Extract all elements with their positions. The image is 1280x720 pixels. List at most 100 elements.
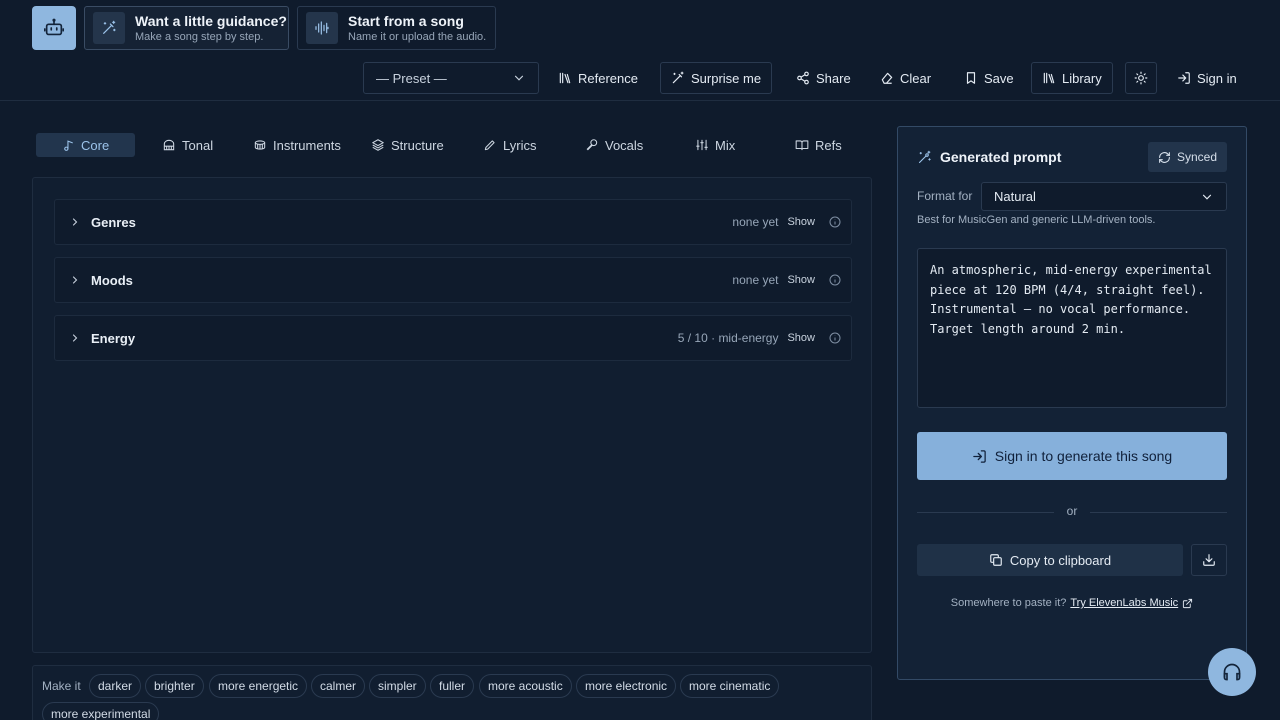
copy-to-clipboard-button[interactable]: Copy to clipboard bbox=[917, 544, 1183, 576]
reference-label: Reference bbox=[578, 70, 638, 86]
reference-button[interactable]: Reference bbox=[558, 62, 638, 94]
tab-mix[interactable]: Mix bbox=[685, 133, 745, 157]
make-it-label: Make it bbox=[42, 679, 81, 693]
section-summary: 5 / 10 · mid-energy bbox=[677, 331, 779, 345]
show-toggle[interactable]: Show bbox=[787, 274, 815, 286]
show-toggle[interactable]: Show bbox=[787, 216, 815, 228]
copy-label: Copy to clipboard bbox=[1009, 552, 1112, 568]
pencil-icon bbox=[484, 140, 495, 151]
tab-instruments[interactable]: Instruments bbox=[243, 133, 351, 157]
chip-calmer[interactable]: calmer bbox=[311, 674, 366, 698]
chevron-right-icon bbox=[72, 334, 78, 342]
tab-tonal[interactable]: Tonal bbox=[152, 133, 223, 157]
tab-label: Refs bbox=[815, 137, 842, 153]
tab-label: Vocals bbox=[605, 137, 644, 153]
elevenlabs-link[interactable]: Try ElevenLabs Music bbox=[1070, 597, 1178, 609]
chevron-right-icon bbox=[72, 218, 78, 226]
theme-toggle-button[interactable] bbox=[1125, 62, 1157, 94]
preset-value: — Preset — bbox=[376, 70, 447, 86]
tab-label: Structure bbox=[391, 137, 444, 153]
prompt-textarea[interactable]: An atmospheric, mid-energy experimental … bbox=[917, 248, 1227, 408]
section-summary: none yet bbox=[732, 273, 779, 287]
chip-darker[interactable]: darker bbox=[89, 674, 142, 698]
tab-core[interactable]: Core bbox=[36, 133, 135, 157]
bookmark-icon bbox=[966, 72, 976, 84]
sign-in-to-generate-button[interactable]: Sign in to generate this song bbox=[917, 432, 1227, 480]
info-icon[interactable] bbox=[829, 332, 841, 344]
piano-icon bbox=[163, 139, 175, 151]
tab-label: Instruments bbox=[273, 137, 341, 153]
genres-section[interactable]: Genres none yet Show bbox=[54, 199, 852, 245]
tab-refs[interactable]: Refs bbox=[785, 133, 852, 157]
song-subtitle: Name it or upload the audio. bbox=[348, 30, 487, 43]
chip-more-cinematic[interactable]: more cinematic bbox=[680, 674, 780, 698]
generated-prompt-title: Generated prompt bbox=[940, 149, 1062, 165]
chip-more-acoustic[interactable]: more acoustic bbox=[479, 674, 572, 698]
generated-prompt-header: Generated prompt bbox=[917, 149, 1061, 165]
download-icon bbox=[1203, 554, 1215, 566]
robot-icon bbox=[44, 18, 64, 36]
tab-label: Lyrics bbox=[503, 137, 537, 153]
share-button[interactable]: Share bbox=[796, 62, 851, 94]
synced-label: Synced bbox=[1176, 150, 1217, 164]
section-tabs: Core Tonal Instruments Structure Lyrics … bbox=[36, 133, 856, 157]
chevron-right-icon bbox=[72, 276, 78, 284]
top-bar: Want a little guidance? Make a song step… bbox=[0, 0, 1280, 101]
save-button[interactable]: Save bbox=[964, 62, 1014, 94]
tab-structure[interactable]: Structure bbox=[361, 133, 454, 157]
format-value: Natural bbox=[994, 189, 1036, 204]
surprise-me-button[interactable]: Surprise me bbox=[660, 62, 773, 94]
generate-label: Sign in to generate this song bbox=[994, 448, 1173, 464]
paste-suggestion: Somewhere to paste it? Try ElevenLabs Mu… bbox=[898, 597, 1246, 609]
wand-icon bbox=[93, 12, 125, 44]
wand-icon bbox=[672, 71, 684, 84]
info-icon[interactable] bbox=[829, 274, 841, 286]
moods-section[interactable]: Moods none yet Show bbox=[54, 257, 852, 303]
preset-select[interactable]: — Preset — bbox=[363, 62, 539, 94]
sun-icon bbox=[1134, 71, 1148, 85]
headphones-help-button[interactable] bbox=[1208, 648, 1256, 696]
waveform-icon bbox=[306, 12, 338, 44]
chip-fuller[interactable]: fuller bbox=[430, 674, 475, 698]
eraser-icon bbox=[881, 72, 893, 84]
external-link-icon[interactable] bbox=[1182, 598, 1193, 609]
format-select[interactable]: Natural bbox=[981, 182, 1227, 211]
chip-simpler[interactable]: simpler bbox=[369, 674, 426, 698]
chip-more-energetic[interactable]: more energetic bbox=[209, 674, 308, 698]
info-icon[interactable] bbox=[829, 216, 841, 228]
format-label: Format for bbox=[917, 189, 973, 203]
section-title: Energy bbox=[91, 330, 136, 346]
clear-button[interactable]: Clear bbox=[880, 62, 931, 94]
paste-text: Somewhere to paste it? bbox=[950, 597, 1067, 609]
section-title: Genres bbox=[91, 214, 136, 230]
save-label: Save bbox=[984, 70, 1014, 86]
guidance-subtitle: Make a song step by step. bbox=[135, 30, 264, 43]
sign-in-button[interactable]: Sign in bbox=[1177, 62, 1237, 94]
microphone-icon bbox=[586, 139, 598, 151]
layers-icon bbox=[372, 139, 384, 151]
download-button[interactable] bbox=[1191, 544, 1227, 576]
refresh-icon bbox=[1159, 151, 1170, 163]
section-summary: none yet bbox=[732, 215, 779, 229]
library-button[interactable]: Library bbox=[1031, 62, 1113, 94]
book-icon bbox=[795, 140, 809, 151]
chevron-down-icon bbox=[1202, 194, 1212, 200]
chip-brighter[interactable]: brighter bbox=[145, 674, 204, 698]
sign-in-label: Sign in bbox=[1197, 70, 1237, 86]
login-icon bbox=[973, 449, 986, 463]
guidance-card[interactable]: Want a little guidance? Make a song step… bbox=[84, 6, 289, 50]
song-title: Start from a song bbox=[348, 12, 464, 29]
tab-vocals[interactable]: Vocals bbox=[575, 133, 653, 157]
tab-label: Core bbox=[81, 137, 110, 153]
show-toggle[interactable]: Show bbox=[787, 332, 815, 344]
energy-section[interactable]: Energy 5 / 10 · mid-energy Show bbox=[54, 315, 852, 361]
tab-label: Tonal bbox=[182, 137, 214, 153]
tab-lyrics[interactable]: Lyrics bbox=[473, 133, 546, 157]
chevron-down-icon bbox=[514, 75, 524, 81]
start-from-song-card[interactable]: Start from a song Name it or upload the … bbox=[297, 6, 496, 50]
chip-more-electronic[interactable]: more electronic bbox=[576, 674, 677, 698]
robot-logo-button[interactable] bbox=[32, 6, 76, 50]
chip-more-experimental[interactable]: more experimental bbox=[42, 702, 160, 720]
share-label: Share bbox=[816, 70, 851, 86]
synced-button[interactable]: Synced bbox=[1147, 142, 1227, 172]
